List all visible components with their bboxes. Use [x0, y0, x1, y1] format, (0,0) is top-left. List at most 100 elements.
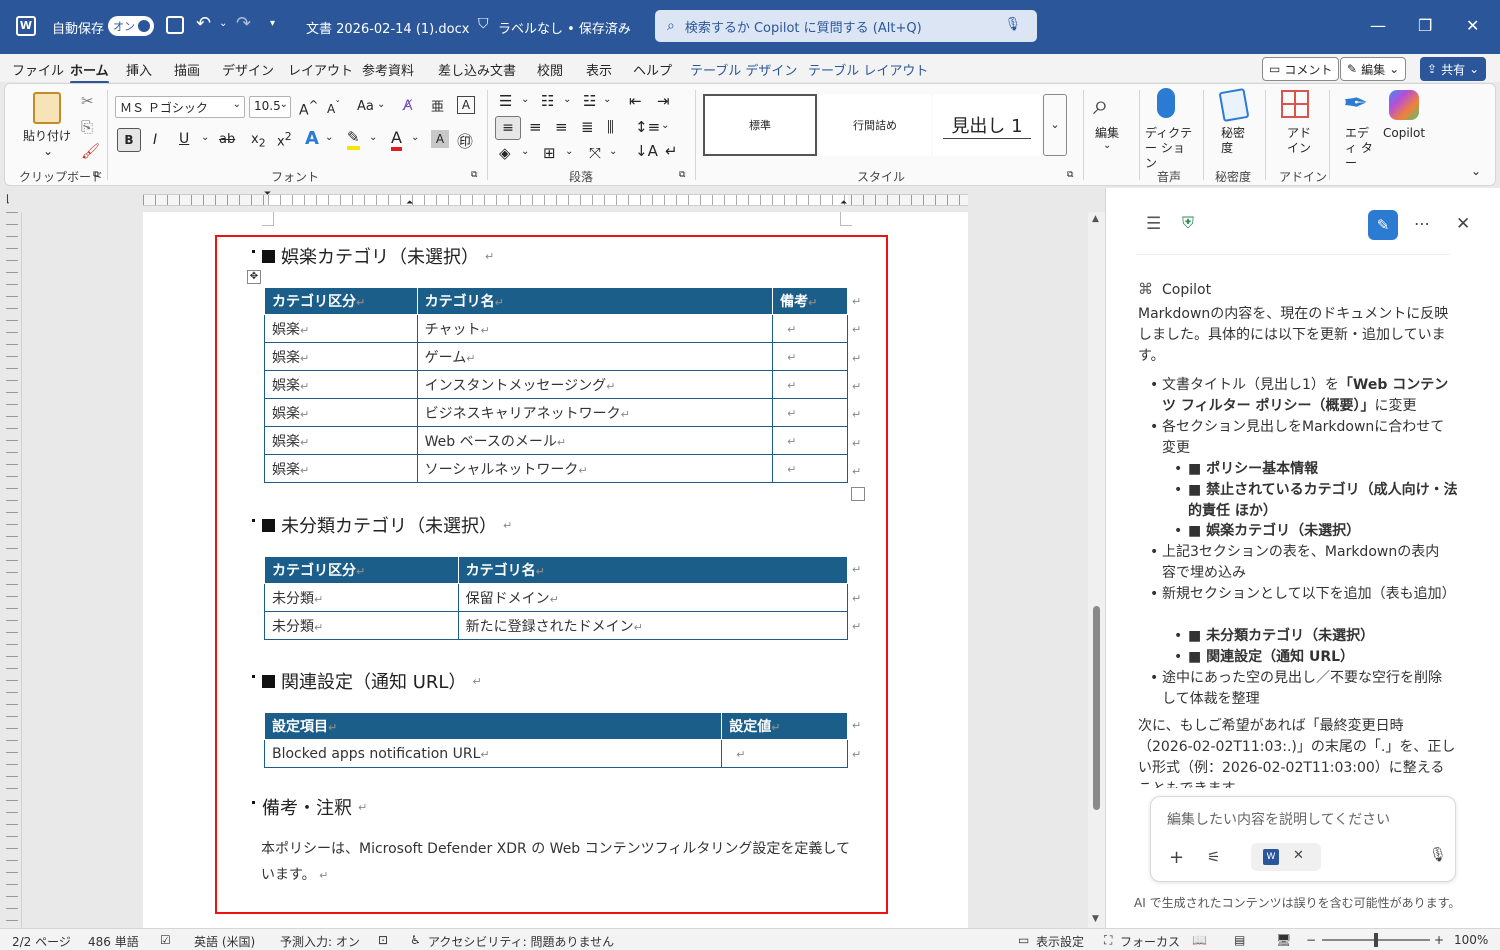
- mic-icon[interactable]: 🎙: [1429, 847, 1447, 863]
- accessibility-status[interactable]: アクセシビリティ: 問題ありません: [428, 933, 614, 950]
- scroll-up-icon[interactable]: ▲: [1092, 214, 1099, 224]
- more-options-icon[interactable]: ⋯: [1414, 214, 1430, 233]
- proofing-icon[interactable]: ☑: [160, 933, 171, 947]
- sensitivity-icon[interactable]: [1218, 87, 1250, 123]
- scroll-down-icon[interactable]: ▼: [1092, 914, 1099, 924]
- copy-icon[interactable]: ⎘: [81, 118, 93, 136]
- entertainment-table[interactable]: カテゴリ区分↵ カテゴリ名↵ 備考↵ 娯楽↵ チャット↵ ↵ 娯楽↵ ゲーム↵ ↵ 娯楽…: [264, 287, 848, 483]
- table-cell[interactable]: ↵: [772, 454, 848, 483]
- display-settings-icon[interactable]: ▭: [1018, 933, 1029, 947]
- copilot-ribbon-label[interactable]: Copilot: [1383, 126, 1425, 140]
- table-cell[interactable]: ↵: [772, 370, 848, 399]
- text-effects-icon[interactable]: A: [305, 128, 319, 149]
- document-scrollbar[interactable]: ▲ ▼: [1088, 212, 1105, 928]
- document-title[interactable]: 文書 2026-02-14 (1).docx: [306, 18, 469, 37]
- character-shading-icon[interactable]: A: [431, 130, 449, 148]
- chevron-down-icon[interactable]: ⌄: [521, 146, 529, 157]
- table-cell[interactable]: チャット↵: [416, 314, 774, 343]
- chevron-down-icon[interactable]: ⌄: [201, 132, 209, 143]
- multilevel-list-icon[interactable]: ☳: [583, 92, 596, 110]
- minimize-icon[interactable]: —: [1370, 16, 1386, 35]
- table-cell[interactable]: ↵: [772, 314, 848, 343]
- style-no-spacing[interactable]: 行間詰め: [819, 94, 931, 156]
- clear-formatting-icon[interactable]: A̸: [403, 98, 413, 114]
- table-cell[interactable]: インスタントメッセージング↵: [416, 370, 774, 399]
- table-cell[interactable]: ソーシャルネットワーク↵: [416, 454, 774, 483]
- focus-icon[interactable]: ⛶: [1104, 933, 1112, 948]
- close-icon[interactable]: ✕: [1466, 16, 1479, 35]
- table-cell[interactable]: 未分類↵: [264, 611, 459, 640]
- zoom-slider-thumb[interactable]: [1374, 933, 1378, 947]
- highlight-icon[interactable]: ✎: [347, 128, 360, 150]
- editing-mode-button[interactable]: ✎ 編集 ⌄: [1340, 57, 1407, 81]
- cut-icon[interactable]: ✂: [81, 92, 94, 110]
- restore-icon[interactable]: ❐: [1418, 16, 1432, 35]
- grow-font-icon[interactable]: A^: [299, 98, 318, 119]
- show-marks-icon[interactable]: ↵: [665, 142, 678, 160]
- web-layout-icon[interactable]: 🖥: [1276, 933, 1291, 947]
- chevron-down-icon[interactable]: ⌄: [618, 18, 627, 31]
- italic-icon[interactable]: I: [153, 132, 157, 148]
- table-cell[interactable]: Web ベースのメール↵: [416, 426, 774, 455]
- table-header-cell[interactable]: カテゴリ名↵: [416, 287, 774, 315]
- table-header-cell[interactable]: カテゴリ名↵: [457, 556, 849, 584]
- indent-marker-icon[interactable]: ⏶: [840, 198, 847, 208]
- focus-label[interactable]: フォーカス: [1120, 933, 1180, 950]
- bold-icon[interactable]: B: [117, 128, 141, 152]
- dictate-label[interactable]: ディクテー ション: [1145, 126, 1193, 171]
- decrease-indent-icon[interactable]: ⇤: [629, 92, 642, 110]
- tab-selector-icon[interactable]: ⌊: [6, 194, 10, 205]
- paste-icon[interactable]: [33, 92, 61, 124]
- styles-expand-button[interactable]: ⌄: [1043, 94, 1067, 156]
- print-layout-icon[interactable]: ▤: [1234, 933, 1245, 947]
- superscript-icon[interactable]: x2: [277, 130, 292, 149]
- table-cell[interactable]: ゲーム↵: [416, 342, 774, 371]
- chevron-down-icon[interactable]: ⌄: [377, 99, 385, 110]
- style-normal[interactable]: 標準: [703, 94, 817, 156]
- table-cell[interactable]: ↵: [772, 426, 848, 455]
- word-count[interactable]: 486 単語: [88, 933, 139, 950]
- table-cell[interactable]: 保留ドメイン↵: [457, 583, 849, 612]
- read-mode-icon[interactable]: 📖: [1192, 933, 1207, 947]
- tab-references[interactable]: 参考資料: [362, 60, 414, 79]
- align-center-icon[interactable]: ≡: [529, 118, 542, 136]
- chevron-down-icon[interactable]: ⌄: [603, 94, 611, 105]
- zoom-level[interactable]: 100%: [1454, 933, 1488, 947]
- chevron-down-icon[interactable]: ⌄: [369, 132, 377, 143]
- zoom-out-icon[interactable]: −: [1306, 933, 1316, 947]
- editor-label[interactable]: エディ ター: [1345, 126, 1375, 171]
- close-panel-icon[interactable]: ✕: [1456, 214, 1470, 234]
- find-icon[interactable]: ⌕: [1093, 88, 1109, 122]
- enclose-character-icon[interactable]: ㊞: [457, 128, 473, 152]
- sort-icon[interactable]: ↓A: [635, 142, 658, 160]
- table-cell[interactable]: ↵: [772, 342, 848, 371]
- font-size-select[interactable]: 10.5 ⌄: [249, 96, 291, 118]
- distributed-icon[interactable]: ⫼: [607, 118, 614, 136]
- asian-layout-icon[interactable]: ⤧: [589, 144, 601, 162]
- save-icon[interactable]: [166, 16, 184, 34]
- tab-table-layout[interactable]: テーブル レイアウト: [808, 60, 928, 79]
- dialog-launcher-icon[interactable]: ⧉: [471, 170, 477, 180]
- uncategorized-table[interactable]: カテゴリ区分↵ カテゴリ名↵ 未分類↵ 保留ドメイン↵ 未分類↵ 新たに登録されたド…: [264, 556, 849, 640]
- dialog-launcher-icon[interactable]: ⧉: [93, 170, 99, 180]
- indent-marker-icon[interactable]: ⏷: [264, 189, 271, 199]
- phonetic-guide-icon[interactable]: 亜: [431, 96, 444, 115]
- chevron-down-icon[interactable]: ⌄: [609, 146, 617, 157]
- tab-home[interactable]: ホーム: [70, 60, 109, 84]
- chevron-down-icon[interactable]: ⌄: [1103, 140, 1111, 151]
- collapse-ribbon-icon[interactable]: ⌄: [1471, 164, 1481, 178]
- table-cell[interactable]: 娯楽↵: [264, 342, 418, 371]
- dialog-launcher-icon[interactable]: ⧉: [1067, 170, 1073, 180]
- shrink-font-icon[interactable]: Aˇ: [327, 100, 340, 116]
- search-box[interactable]: ⌕ 検索するか Copilot に質問する (Alt+Q) 🎙: [655, 10, 1037, 42]
- table-cell[interactable]: 娯楽↵: [264, 314, 418, 343]
- context-file-chip[interactable]: W ✕: [1251, 843, 1321, 871]
- settings-sliders-icon[interactable]: ⚟: [1207, 848, 1220, 866]
- bullets-icon[interactable]: ☰: [499, 92, 512, 110]
- align-right-icon[interactable]: ≡: [555, 118, 568, 136]
- add-icon[interactable]: +: [1169, 847, 1184, 868]
- chevron-down-icon[interactable]: ⌄: [661, 120, 669, 131]
- tab-table-design[interactable]: テーブル デザイン: [690, 60, 797, 79]
- table-cell[interactable]: 未分類↵: [264, 583, 459, 612]
- table-cell[interactable]: ビジネスキャリアネットワーク↵: [416, 398, 774, 427]
